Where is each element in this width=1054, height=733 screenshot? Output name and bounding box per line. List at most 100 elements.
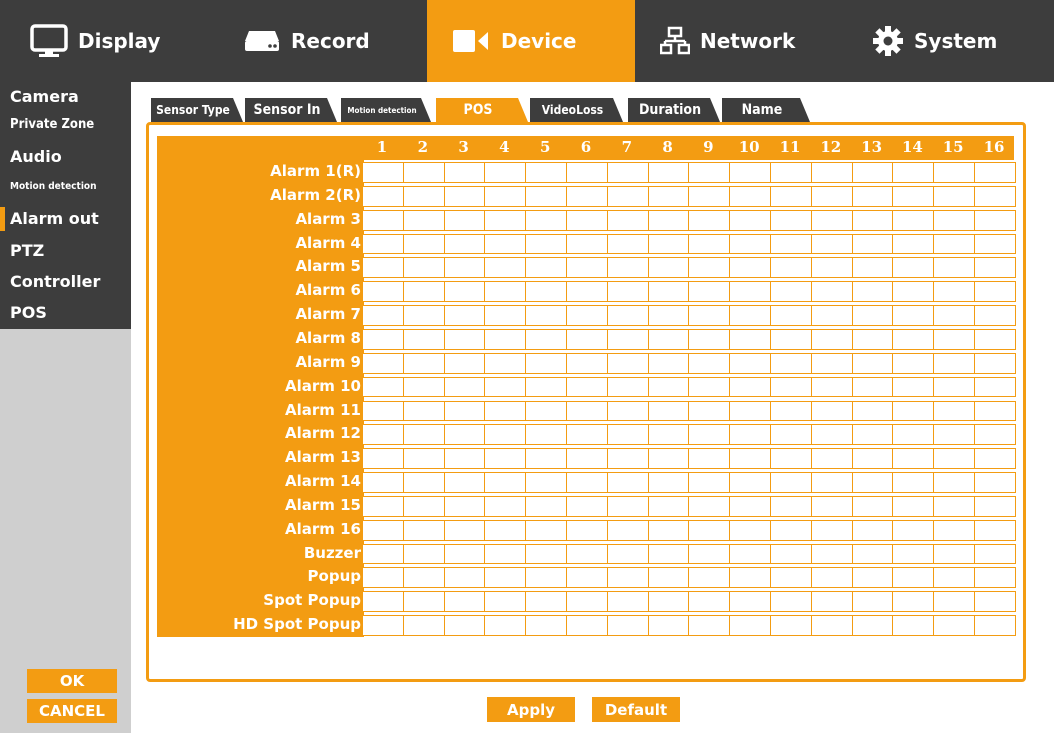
- grid-cell[interactable]: [647, 305, 690, 326]
- grid-cell[interactable]: [892, 424, 935, 446]
- grid-cell[interactable]: [647, 162, 690, 183]
- grid-cell[interactable]: [688, 281, 731, 303]
- grid-cell[interactable]: [525, 591, 567, 613]
- grid-cell[interactable]: [566, 448, 608, 470]
- grid-cell[interactable]: [770, 209, 812, 231]
- grid-cell[interactable]: [443, 233, 486, 255]
- subtab-sensor-type[interactable]: Sensor Type: [151, 98, 243, 122]
- grid-cell[interactable]: [443, 615, 486, 636]
- grid-cell[interactable]: [606, 567, 649, 589]
- grid-cell[interactable]: [566, 233, 608, 255]
- grid-cell[interactable]: [974, 472, 1016, 493]
- grid-cell[interactable]: [851, 162, 894, 183]
- grid-cell[interactable]: [810, 233, 853, 255]
- grid-cell[interactable]: [770, 543, 812, 565]
- grid-cell[interactable]: [606, 448, 649, 470]
- grid-cell[interactable]: [688, 472, 731, 493]
- grid-cell[interactable]: [566, 472, 608, 493]
- grid-cell[interactable]: [974, 305, 1016, 326]
- grid-cell[interactable]: [443, 424, 486, 446]
- ok-button[interactable]: OK: [27, 669, 117, 693]
- grid-cell[interactable]: [484, 400, 527, 422]
- grid-cell[interactable]: [443, 591, 486, 613]
- grid-cell[interactable]: [566, 162, 608, 183]
- grid-cell[interactable]: [974, 400, 1016, 422]
- grid-cell[interactable]: [647, 495, 690, 517]
- grid-cell[interactable]: [362, 543, 404, 565]
- grid-cell[interactable]: [770, 281, 812, 303]
- grid-cell[interactable]: [362, 376, 404, 398]
- grid-cell[interactable]: [892, 543, 935, 565]
- grid-cell[interactable]: [362, 233, 404, 255]
- grid-cell[interactable]: [566, 424, 608, 446]
- grid-cell[interactable]: [810, 305, 853, 326]
- tab-device[interactable]: Device: [427, 0, 635, 82]
- grid-cell[interactable]: [729, 257, 771, 279]
- grid-cell[interactable]: [647, 448, 690, 470]
- grid-cell[interactable]: [933, 519, 975, 541]
- grid-cell[interactable]: [566, 281, 608, 303]
- cancel-button[interactable]: CANCEL: [27, 699, 117, 723]
- grid-cell[interactable]: [688, 519, 731, 541]
- grid-cell[interactable]: [810, 352, 853, 374]
- grid-cell[interactable]: [525, 615, 567, 636]
- grid-cell[interactable]: [974, 591, 1016, 613]
- grid-cell[interactable]: [810, 162, 853, 183]
- grid-cell[interactable]: [525, 305, 567, 326]
- grid-cell[interactable]: [606, 281, 649, 303]
- grid-cell[interactable]: [851, 448, 894, 470]
- grid-cell[interactable]: [974, 328, 1016, 350]
- grid-cell[interactable]: [402, 400, 445, 422]
- subtab-videoloss[interactable]: VideoLoss: [530, 98, 623, 122]
- grid-cell[interactable]: [892, 209, 935, 231]
- grid-cell[interactable]: [484, 591, 527, 613]
- grid-cell[interactable]: [525, 209, 567, 231]
- grid-cell[interactable]: [810, 591, 853, 613]
- grid-cell[interactable]: [770, 352, 812, 374]
- grid-cell[interactable]: [851, 185, 894, 207]
- grid-cell[interactable]: [933, 591, 975, 613]
- grid-cell[interactable]: [770, 400, 812, 422]
- grid-cell[interactable]: [770, 591, 812, 613]
- grid-cell[interactable]: [770, 448, 812, 470]
- grid-cell[interactable]: [770, 376, 812, 398]
- grid-cell[interactable]: [810, 495, 853, 517]
- grid-cell[interactable]: [362, 352, 404, 374]
- grid-cell[interactable]: [362, 519, 404, 541]
- grid-cell[interactable]: [810, 448, 853, 470]
- grid-cell[interactable]: [525, 328, 567, 350]
- grid-cell[interactable]: [566, 615, 608, 636]
- grid-cell[interactable]: [933, 376, 975, 398]
- tab-network[interactable]: Network: [660, 0, 830, 82]
- grid-cell[interactable]: [688, 305, 731, 326]
- grid-cell[interactable]: [402, 615, 445, 636]
- grid-cell[interactable]: [810, 257, 853, 279]
- grid-cell[interactable]: [892, 162, 935, 183]
- grid-cell[interactable]: [606, 209, 649, 231]
- sidebar-item-audio[interactable]: Audio: [10, 147, 62, 166]
- grid-cell[interactable]: [525, 448, 567, 470]
- grid-cell[interactable]: [647, 543, 690, 565]
- grid-cell[interactable]: [362, 257, 404, 279]
- grid-cell[interactable]: [525, 543, 567, 565]
- grid-cell[interactable]: [484, 162, 527, 183]
- grid-cell[interactable]: [525, 162, 567, 183]
- grid-cell[interactable]: [770, 495, 812, 517]
- grid-cell[interactable]: [688, 185, 731, 207]
- grid-cell[interactable]: [933, 472, 975, 493]
- grid-cell[interactable]: [484, 543, 527, 565]
- grid-cell[interactable]: [525, 567, 567, 589]
- grid-cell[interactable]: [402, 424, 445, 446]
- grid-cell[interactable]: [525, 424, 567, 446]
- grid-cell[interactable]: [851, 376, 894, 398]
- grid-cell[interactable]: [443, 519, 486, 541]
- grid-cell[interactable]: [566, 257, 608, 279]
- grid-cell[interactable]: [606, 328, 649, 350]
- grid-cell[interactable]: [892, 376, 935, 398]
- grid-cell[interactable]: [892, 281, 935, 303]
- grid-cell[interactable]: [647, 400, 690, 422]
- grid-cell[interactable]: [606, 495, 649, 517]
- grid-cell[interactable]: [810, 472, 853, 493]
- tab-record[interactable]: Record: [243, 0, 413, 82]
- grid-cell[interactable]: [933, 615, 975, 636]
